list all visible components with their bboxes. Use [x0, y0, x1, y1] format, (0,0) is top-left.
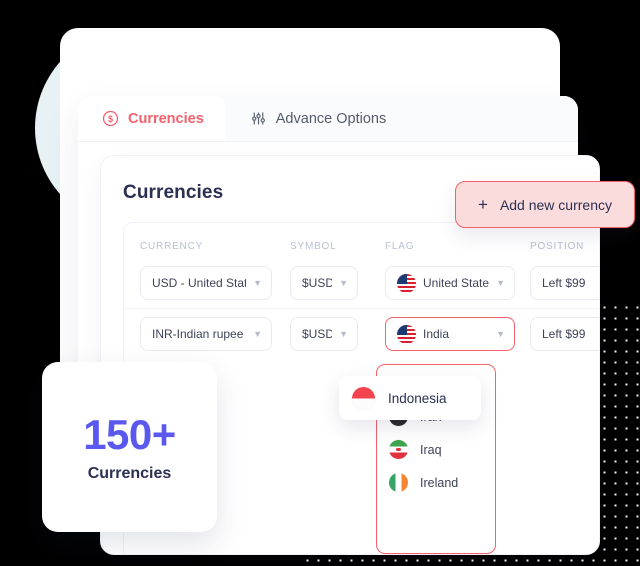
currency-select-value: INR-Indian rupee [152, 327, 244, 341]
dropdown-item-label: Ireland [420, 475, 459, 490]
column-header-position: POSITION [530, 241, 585, 252]
cell-currency: INR-Indian rupee ▼ [140, 317, 290, 351]
column-header-currency: CURRENCY [140, 241, 204, 252]
svg-text:$: $ [108, 114, 113, 124]
cell-flag: India ▼ [385, 317, 530, 351]
flag-select[interactable]: United States ▼ [385, 266, 515, 300]
currency-select[interactable]: USD - United State ▼ [140, 266, 272, 300]
chevron-down-icon: ▼ [253, 277, 262, 288]
cell-symbol: $USD ▼ [290, 266, 385, 300]
chevron-down-icon: ▼ [496, 277, 505, 288]
dropdown-item-indonesia[interactable]: Indonesia [339, 376, 481, 420]
page-title: Currencies [123, 182, 224, 203]
position-select[interactable]: Left $99 ▼ [530, 317, 599, 351]
flag-select-value: India [423, 327, 450, 341]
cell-position: Left $99 ▼ [530, 266, 599, 300]
chevron-down-icon: ▼ [253, 328, 262, 339]
symbol-select-value: $USD [302, 276, 333, 290]
cell-symbol: $USD ▼ [290, 317, 385, 351]
tab-currencies-label: Currencies [128, 110, 204, 127]
cell-currency: USD - United State ▼ [140, 266, 290, 300]
flag-us-icon [397, 324, 416, 344]
symbol-select-value: $USD [302, 327, 333, 341]
currency-select[interactable]: INR-Indian rupee ▼ [140, 317, 272, 351]
illustration-stage: $ Currencies Advance Options Currencies … [0, 0, 640, 566]
stat-card: 150+ Currencies [42, 362, 217, 532]
plus-icon: + [478, 195, 488, 214]
symbol-select[interactable]: $USD ▼ [290, 266, 358, 300]
dropdown-item-iraq[interactable]: Iraq [377, 433, 495, 466]
position-select-value: Left $99 [542, 327, 586, 341]
flag-select-value: United States [423, 276, 490, 290]
currency-select-value: USD - United State [152, 276, 247, 290]
add-new-currency-label: Add new currency [499, 196, 612, 213]
tab-advance-options-label: Advance Options [275, 110, 387, 127]
position-select-value: Left $99 [542, 276, 586, 290]
column-header-flag: FLAG [385, 241, 415, 252]
dropdown-item-ireland[interactable]: Ireland [377, 466, 495, 499]
flag-ireland-icon [389, 473, 408, 492]
flag-iraq-icon [389, 440, 408, 459]
add-new-currency-button[interactable]: + Add new currency [455, 181, 635, 228]
dropdown-item-label: Iraq [420, 442, 442, 457]
dollar-circle-icon: $ [102, 110, 119, 127]
flag-us-icon [397, 273, 416, 293]
flag-select-open[interactable]: India ▼ [385, 317, 515, 351]
chevron-down-icon: ▼ [339, 277, 348, 288]
cell-flag: United States ▼ [385, 266, 530, 300]
table-header-row: CURRENCY SYMBOL FLAG POSITION [124, 223, 599, 258]
table-row: USD - United State ▼ $USD ▼ United State… [124, 258, 599, 308]
stat-label: Currencies [87, 465, 172, 482]
dropdown-item-label: Indonesia [388, 390, 447, 406]
position-select[interactable]: Left $99 ▼ [530, 266, 599, 300]
stat-number: 150+ [83, 411, 176, 458]
chevron-down-icon: ▼ [339, 328, 348, 339]
chevron-down-icon: ▼ [496, 328, 505, 339]
flag-indonesia-icon [352, 386, 375, 410]
symbol-select[interactable]: $USD ▼ [290, 317, 358, 351]
cell-position: Left $99 ▼ [530, 317, 599, 351]
tab-bar: $ Currencies Advance Options [78, 96, 578, 142]
sliders-icon [250, 110, 267, 127]
column-header-symbol: SYMBOL [290, 241, 337, 252]
tab-advance-options[interactable]: Advance Options [226, 96, 408, 141]
tab-currencies[interactable]: $ Currencies [78, 96, 226, 141]
table-row: INR-Indian rupee ▼ $USD ▼ India ▼ Left $… [124, 308, 599, 359]
